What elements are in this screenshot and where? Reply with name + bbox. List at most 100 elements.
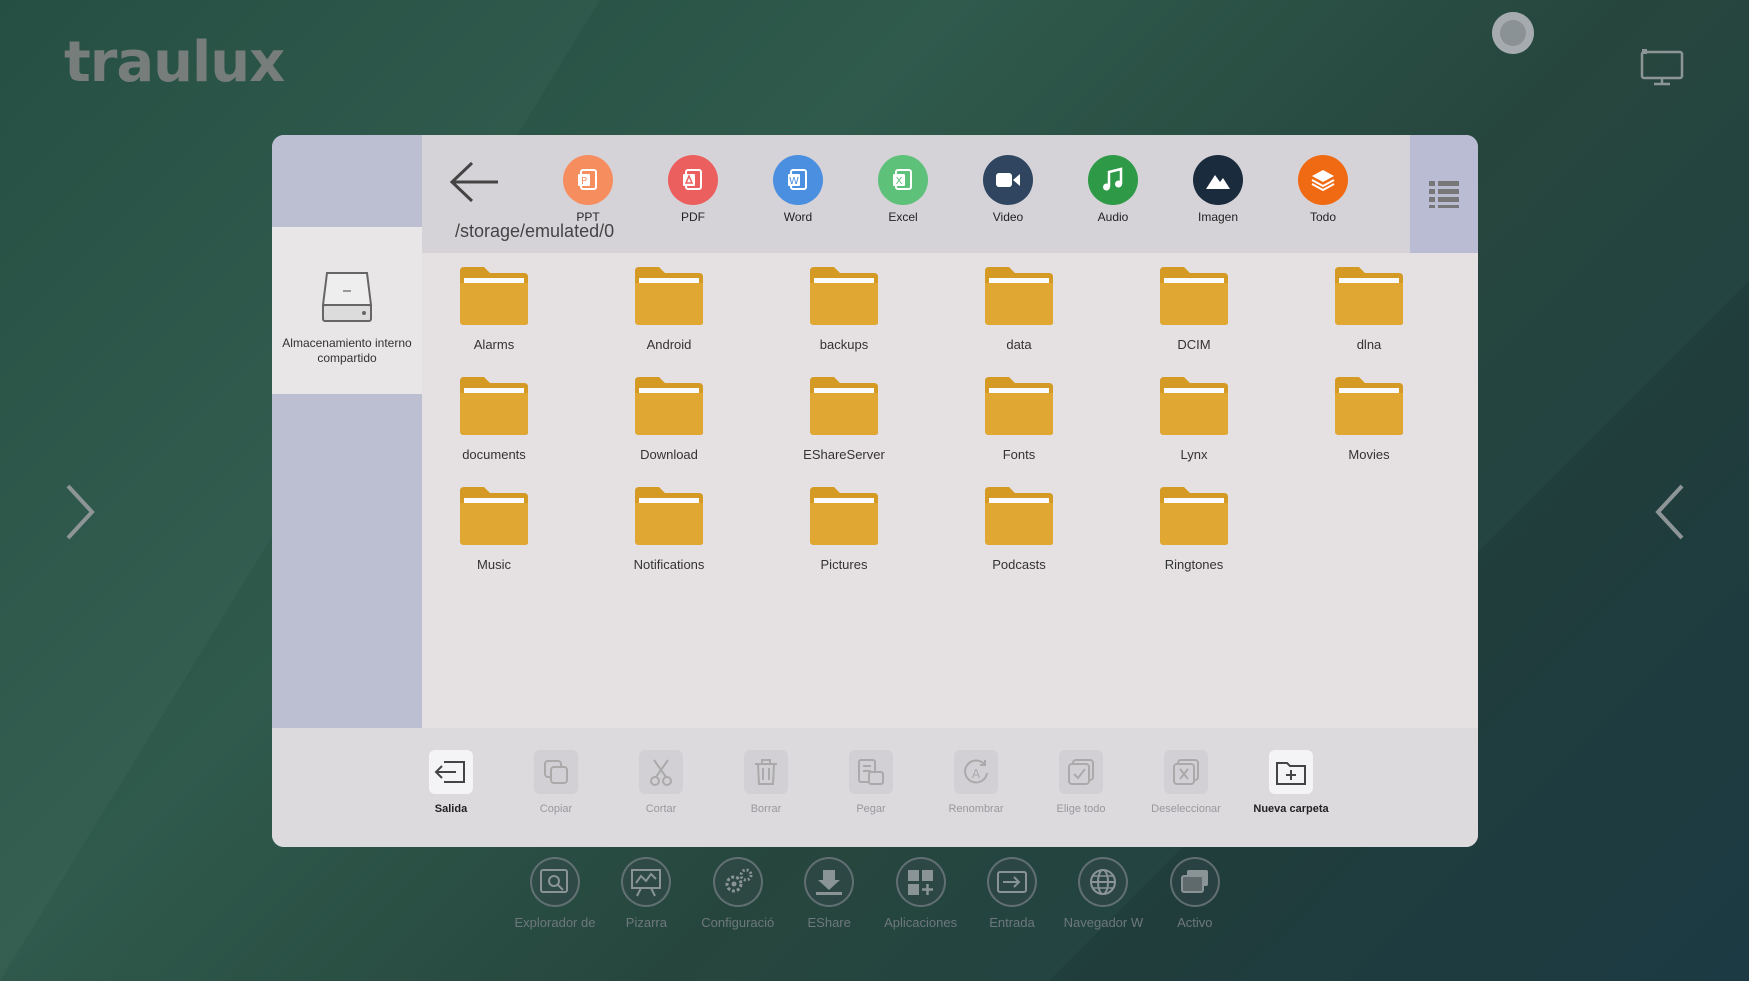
music-icon bbox=[1088, 155, 1138, 205]
folder-icon bbox=[635, 267, 703, 325]
category-label: PDF bbox=[681, 210, 705, 224]
folder-name: data bbox=[1006, 337, 1032, 352]
category-excel[interactable]: X Excel bbox=[863, 155, 943, 224]
new-folder-icon bbox=[1269, 750, 1313, 794]
dock-label: Entrada bbox=[989, 915, 1035, 930]
renombrar-button[interactable]: A Renombrar bbox=[926, 750, 1026, 815]
folder-item[interactable]: Fonts bbox=[959, 375, 1079, 462]
folder-name: Pictures bbox=[820, 557, 868, 572]
dock-item-browser[interactable]: Navegador W bbox=[1057, 857, 1149, 930]
folder-item[interactable]: Podcasts bbox=[959, 485, 1079, 572]
category-ppt[interactable]: P PPT bbox=[548, 155, 628, 224]
dock-item-input[interactable]: Entrada bbox=[966, 857, 1058, 930]
svg-text:A: A bbox=[972, 767, 981, 781]
folder-item[interactable]: backups bbox=[784, 265, 904, 352]
folder-name: dlna bbox=[1356, 337, 1382, 352]
previous-page-arrow-icon[interactable] bbox=[60, 482, 100, 542]
folder-item[interactable]: dlna bbox=[1309, 265, 1429, 352]
dock-item-file-explorer[interactable]: Explorador de bbox=[509, 857, 601, 930]
pdf-icon bbox=[668, 155, 718, 205]
borrar-button[interactable]: Borrar bbox=[716, 750, 816, 815]
dock-item-active-windows[interactable]: Activo bbox=[1149, 857, 1241, 930]
floating-assistive-button[interactable] bbox=[1492, 12, 1534, 54]
folder-item[interactable]: Movies bbox=[1309, 375, 1429, 462]
folder-icon bbox=[985, 377, 1053, 435]
folder-icon bbox=[635, 487, 703, 545]
brand-logo: traulux bbox=[64, 30, 285, 95]
folder-item[interactable]: Music bbox=[434, 485, 554, 572]
dock-item-apps[interactable]: Aplicaciones bbox=[875, 857, 967, 930]
folder-item[interactable]: Ringtones bbox=[1134, 485, 1254, 572]
deseleccionar-button[interactable]: Deseleccionar bbox=[1136, 750, 1236, 815]
sidebar: Almacenamiento interno compartido bbox=[272, 135, 422, 728]
folder-icon bbox=[1160, 267, 1228, 325]
action-label: Nueva carpeta bbox=[1253, 803, 1329, 815]
category-label: Word bbox=[783, 210, 813, 224]
folder-item[interactable]: Download bbox=[609, 375, 729, 462]
category-pdf[interactable]: PDF bbox=[653, 155, 733, 224]
input-icon bbox=[987, 857, 1037, 907]
action-label: Renombrar bbox=[948, 803, 1004, 815]
file-explorer-icon bbox=[530, 857, 580, 907]
folder-item[interactable]: Lynx bbox=[1134, 375, 1254, 462]
elige-todo-button[interactable]: Elige todo bbox=[1031, 750, 1131, 815]
dock-item-whiteboard[interactable]: Pizarra bbox=[600, 857, 692, 930]
back-arrow-icon[interactable] bbox=[448, 159, 502, 205]
svg-text:X: X bbox=[896, 176, 903, 187]
action-label: Copiar bbox=[539, 803, 573, 815]
category-todo[interactable]: Todo bbox=[1283, 155, 1363, 224]
copiar-button[interactable]: Copiar bbox=[506, 750, 606, 815]
cortar-button[interactable]: Cortar bbox=[611, 750, 711, 815]
folder-name: Movies bbox=[1348, 447, 1390, 462]
pegar-button[interactable]: Pegar bbox=[821, 750, 921, 815]
settings-icon bbox=[712, 857, 763, 907]
eshare-icon bbox=[804, 857, 855, 907]
folder-name: Notifications bbox=[633, 557, 705, 572]
next-page-arrow-icon[interactable] bbox=[1650, 482, 1690, 542]
dock-item-eshare[interactable]: EShare bbox=[783, 857, 875, 930]
folder-icon bbox=[810, 267, 878, 325]
image-icon bbox=[1193, 155, 1243, 205]
exit-icon bbox=[429, 750, 473, 794]
browser-icon bbox=[1078, 857, 1129, 907]
whiteboard-icon bbox=[621, 857, 672, 907]
folder-icon bbox=[985, 267, 1053, 325]
dock-item-settings[interactable]: Configuració bbox=[692, 857, 784, 930]
list-view-toggle[interactable] bbox=[1410, 135, 1478, 253]
folder-icon bbox=[810, 377, 878, 435]
sidebar-item-label: Almacenamiento interno compartido bbox=[282, 336, 412, 365]
category-video[interactable]: Video bbox=[968, 155, 1048, 224]
dock-label: EShare bbox=[807, 915, 851, 930]
category-label: Todo bbox=[1309, 210, 1337, 224]
nueva-carpeta-button[interactable]: Nueva carpeta bbox=[1241, 750, 1341, 815]
dock-label: Activo bbox=[1177, 915, 1213, 930]
folder-item[interactable]: documents bbox=[434, 375, 554, 462]
folder-name: Podcasts bbox=[992, 557, 1046, 572]
action-label: Deseleccionar bbox=[1151, 803, 1221, 815]
folder-item[interactable]: DCIM bbox=[1134, 265, 1254, 352]
category-toolbar: /storage/emulated/0 P PPT PDF W Word X Excel Vi… bbox=[422, 135, 1410, 253]
monitor-icon[interactable] bbox=[1640, 48, 1684, 86]
ppt-icon: P bbox=[563, 155, 613, 205]
folder-item[interactable]: Notifications bbox=[609, 485, 729, 572]
folder-item[interactable]: Android bbox=[609, 265, 729, 352]
folder-name: Music bbox=[477, 557, 511, 572]
folder-icon bbox=[1160, 377, 1228, 435]
category-imagen[interactable]: Imagen bbox=[1178, 155, 1258, 224]
category-word[interactable]: W Word bbox=[758, 155, 838, 224]
file-manager-window: Almacenamiento interno compartido /stora… bbox=[272, 135, 1478, 847]
folder-item[interactable]: EShareServer bbox=[784, 375, 904, 462]
sidebar-item-internal-storage[interactable]: Almacenamiento interno compartido bbox=[272, 227, 422, 394]
folder-item[interactable]: data bbox=[959, 265, 1079, 352]
folder-item[interactable]: Alarms bbox=[434, 265, 554, 352]
salida-button[interactable]: Salida bbox=[401, 750, 501, 815]
list-view-icon bbox=[1429, 181, 1459, 208]
apps-icon bbox=[895, 857, 946, 907]
scissors-icon bbox=[639, 750, 683, 794]
folder-icon bbox=[460, 377, 528, 435]
dock-label: Navegador W bbox=[1063, 915, 1144, 930]
select-all-icon bbox=[1059, 750, 1103, 794]
folder-name: EShareServer bbox=[803, 447, 885, 462]
category-audio[interactable]: Audio bbox=[1073, 155, 1153, 224]
folder-item[interactable]: Pictures bbox=[784, 485, 904, 572]
